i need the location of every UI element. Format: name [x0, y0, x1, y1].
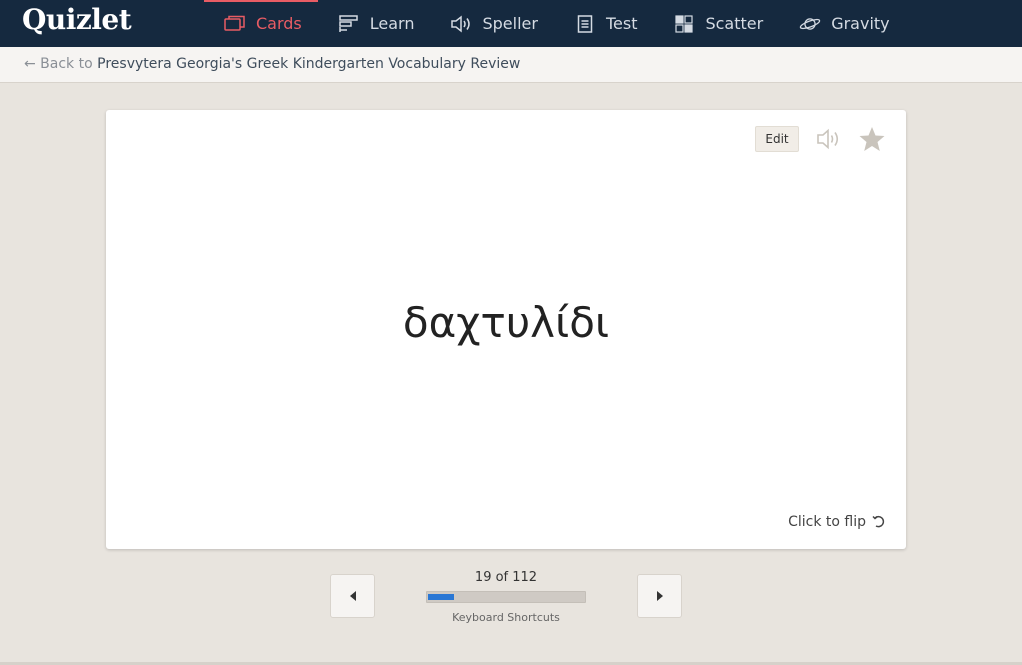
breadcrumb: ← Back to Presvytera Georgia's Greek Kin…	[0, 47, 1022, 83]
study-mode-nav: Cards Learn Speller Test Scatter Gravity	[204, 0, 906, 47]
tab-learn-label: Learn	[369, 14, 415, 33]
back-label: ← Back to	[24, 56, 93, 72]
top-navbar: Quizlet Cards Learn Speller Test Scatter…	[0, 0, 1022, 47]
planet-icon	[799, 14, 821, 34]
flip-icon	[872, 515, 885, 528]
flip-label: Click to flip	[788, 514, 866, 530]
tab-scatter-label: Scatter	[705, 14, 764, 33]
star-icon[interactable]	[858, 125, 886, 153]
arrow-right-icon	[656, 591, 663, 601]
tab-cards[interactable]: Cards	[204, 0, 318, 47]
speaker-icon	[450, 14, 472, 34]
back-to-set-link[interactable]: ← Back to Presvytera Georgia's Greek Kin…	[24, 56, 520, 72]
edit-button[interactable]: Edit	[755, 126, 799, 152]
set-title[interactable]: Presvytera Georgia's Greek Kindergarten …	[97, 56, 520, 72]
flashcard[interactable]: Edit δαχτυλίδι Click to flip	[106, 110, 906, 549]
test-icon	[574, 14, 596, 34]
arrow-left-icon	[349, 591, 356, 601]
tab-cards-label: Cards	[256, 14, 302, 33]
tab-learn[interactable]: Learn	[318, 0, 431, 47]
tab-gravity-label: Gravity	[831, 14, 890, 33]
quizlet-logo[interactable]: Quizlet	[22, 3, 132, 36]
cards-icon	[224, 14, 246, 34]
next-card-button[interactable]	[637, 574, 682, 618]
click-to-flip[interactable]: Click to flip	[788, 514, 886, 530]
card-term: δαχτυλίδι	[402, 298, 610, 347]
keyboard-shortcuts-link[interactable]: Keyboard Shortcuts	[426, 611, 586, 624]
tab-speller-label: Speller	[482, 14, 538, 33]
tab-speller[interactable]: Speller	[430, 0, 553, 47]
previous-card-button[interactable]	[330, 574, 375, 618]
tab-test-label: Test	[605, 14, 638, 33]
progress-bar	[426, 591, 586, 603]
audio-icon[interactable]	[816, 127, 842, 151]
scatter-icon	[673, 14, 695, 34]
tab-gravity[interactable]: Gravity	[779, 0, 905, 47]
tab-test[interactable]: Test	[554, 0, 654, 47]
progress-fill	[428, 594, 454, 600]
learn-icon	[338, 14, 360, 34]
tab-scatter[interactable]: Scatter	[653, 0, 779, 47]
card-counter: 19 of 112	[474, 570, 538, 585]
